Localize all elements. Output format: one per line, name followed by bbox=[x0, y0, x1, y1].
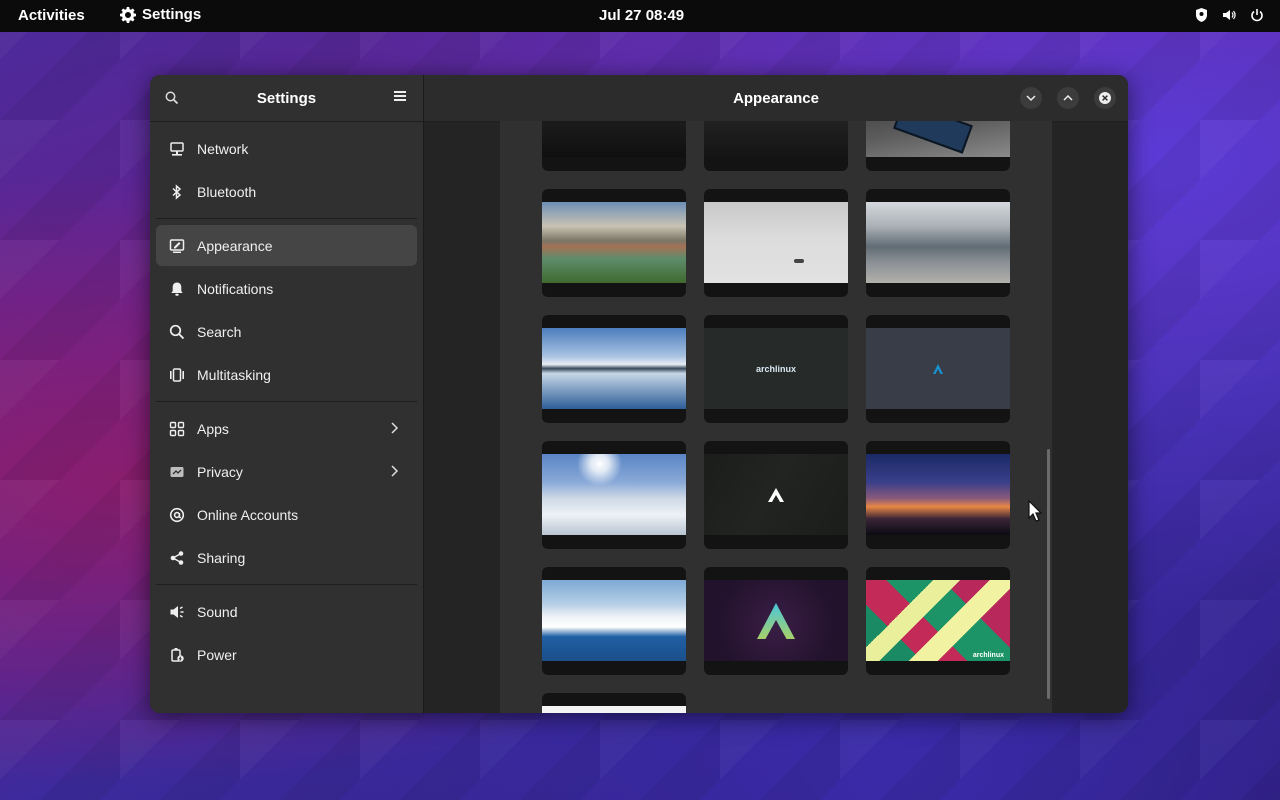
multitasking-icon bbox=[168, 366, 186, 384]
sidebar-item-label: Online Accounts bbox=[197, 506, 299, 523]
wallpaper-thumbnail[interactable] bbox=[704, 121, 848, 171]
scrollbar[interactable] bbox=[1047, 449, 1050, 699]
clock[interactable]: Jul 27 08:49 bbox=[599, 7, 684, 24]
page-title: Appearance bbox=[733, 89, 819, 107]
mouse-cursor-icon bbox=[1028, 500, 1042, 522]
sidebar-item-sound[interactable]: Sound bbox=[156, 591, 417, 632]
sidebar-item-power[interactable]: Power bbox=[156, 634, 417, 675]
sidebar-item-label: Multitasking bbox=[197, 366, 271, 383]
sidebar: Settings Network Bluetooth Appearance No… bbox=[150, 75, 424, 713]
close-button[interactable] bbox=[1094, 87, 1116, 109]
arch-logo-icon bbox=[757, 602, 795, 639]
sidebar-search-button[interactable] bbox=[162, 88, 182, 108]
wallpaper-thumbnail[interactable] bbox=[704, 441, 848, 549]
wallpaper-thumbnail[interactable] bbox=[704, 567, 848, 675]
sidebar-item-label: Notifications bbox=[197, 280, 274, 297]
sidebar-divider bbox=[156, 401, 417, 402]
power-icon bbox=[168, 646, 186, 664]
sidebar-item-online-accounts[interactable]: Online Accounts bbox=[156, 494, 417, 535]
wallpaper-thumbnail[interactable]: archlinux bbox=[866, 567, 1010, 675]
content-area: Appearance archlinux archlinux bbox=[424, 75, 1128, 713]
wallpaper-thumbnail[interactable] bbox=[704, 189, 848, 297]
system-tray[interactable] bbox=[1194, 8, 1264, 22]
wallpaper-thumbnail[interactable] bbox=[542, 567, 686, 675]
shield-icon bbox=[1194, 8, 1208, 22]
appearance-icon bbox=[168, 237, 186, 255]
sidebar-item-sharing[interactable]: Sharing bbox=[156, 537, 417, 578]
sidebar-item-label: Apps bbox=[197, 420, 229, 437]
minimize-button[interactable] bbox=[1020, 87, 1042, 109]
search-icon bbox=[165, 91, 179, 105]
laptop-graphic bbox=[893, 121, 973, 154]
sidebar-item-search[interactable]: Search bbox=[156, 311, 417, 352]
sidebar-item-label: Network bbox=[197, 140, 249, 157]
wallpaper-thumbnail[interactable]: archlinux bbox=[704, 315, 848, 423]
wallpaper-thumbnail[interactable] bbox=[866, 121, 1010, 171]
bell-icon bbox=[168, 280, 186, 298]
sidebar-item-label: Appearance bbox=[197, 237, 273, 254]
chevron-right-icon bbox=[389, 464, 401, 478]
archlinux-logo: archlinux bbox=[972, 652, 1004, 659]
sidebar-item-network[interactable]: Network bbox=[156, 128, 417, 169]
maximize-button[interactable] bbox=[1057, 87, 1079, 109]
bluetooth-icon bbox=[168, 183, 186, 201]
sidebar-item-multitasking[interactable]: Multitasking bbox=[156, 354, 417, 395]
sidebar-item-label: Search bbox=[197, 323, 242, 340]
network-icon bbox=[168, 140, 186, 158]
volume-icon bbox=[1222, 8, 1236, 22]
sidebar-item-label: Sound bbox=[197, 603, 238, 620]
wallpaper-grid: archlinux archlinux bbox=[500, 121, 1052, 713]
archlinux-logo: archlinux bbox=[755, 363, 796, 374]
sidebar-header: Settings bbox=[150, 75, 423, 122]
wallpaper-thumbnail[interactable] bbox=[866, 315, 1010, 423]
sidebar-item-appearance[interactable]: Appearance bbox=[156, 225, 417, 266]
sidebar-item-label: Privacy bbox=[197, 463, 243, 480]
activities-button[interactable]: Activities bbox=[18, 7, 85, 24]
power-icon bbox=[1250, 8, 1264, 22]
hamburger-icon bbox=[394, 91, 406, 101]
wallpaper-thumbnail[interactable] bbox=[542, 441, 686, 549]
sidebar-item-label: Sharing bbox=[197, 549, 246, 566]
arch-logo-icon bbox=[768, 487, 784, 502]
speaker-icon bbox=[168, 603, 186, 621]
settings-window: Settings Network Bluetooth Appearance No… bbox=[150, 75, 1128, 713]
sidebar-item-privacy[interactable]: Privacy bbox=[156, 451, 417, 492]
main-menu-button[interactable] bbox=[393, 89, 409, 105]
gear-icon bbox=[120, 6, 136, 23]
app-name: Settings bbox=[142, 6, 202, 23]
app-menu[interactable]: Settings bbox=[120, 6, 201, 23]
sidebar-item-apps[interactable]: Apps bbox=[156, 408, 417, 449]
wallpaper-thumbnail[interactable] bbox=[542, 693, 686, 713]
wallpaper-thumbnail[interactable] bbox=[542, 189, 686, 297]
wallpaper-thumbnail[interactable] bbox=[542, 315, 686, 423]
privacy-icon bbox=[168, 463, 186, 481]
sidebar-item-label: Bluetooth bbox=[197, 183, 257, 200]
sidebar-title: Settings bbox=[256, 89, 317, 107]
header-bar: Appearance bbox=[424, 75, 1128, 122]
wallpaper-thumbnail[interactable] bbox=[542, 121, 686, 171]
apps-icon bbox=[168, 420, 186, 438]
sidebar-item-label: Power bbox=[197, 646, 237, 663]
boat-graphic bbox=[794, 259, 804, 263]
sidebar-divider bbox=[156, 584, 417, 585]
chevron-down-icon bbox=[1026, 95, 1036, 102]
wallpaper-thumbnail[interactable] bbox=[866, 189, 1010, 297]
sidebar-item-notifications[interactable]: Notifications bbox=[156, 268, 417, 309]
top-bar: Activities Settings Jul 27 08:49 bbox=[0, 0, 1280, 32]
wallpaper-thumbnail[interactable] bbox=[866, 441, 1010, 549]
close-icon bbox=[1099, 92, 1111, 104]
sidebar-item-bluetooth[interactable]: Bluetooth bbox=[156, 171, 417, 212]
chevron-up-icon bbox=[1063, 94, 1073, 101]
chevron-right-icon bbox=[389, 421, 401, 435]
arch-logo-icon bbox=[933, 363, 943, 374]
search-icon bbox=[168, 323, 186, 341]
at-icon bbox=[168, 506, 186, 524]
share-icon bbox=[168, 549, 186, 567]
sidebar-nav: Network Bluetooth Appearance Notificatio… bbox=[150, 122, 423, 681]
sidebar-divider bbox=[156, 218, 417, 219]
